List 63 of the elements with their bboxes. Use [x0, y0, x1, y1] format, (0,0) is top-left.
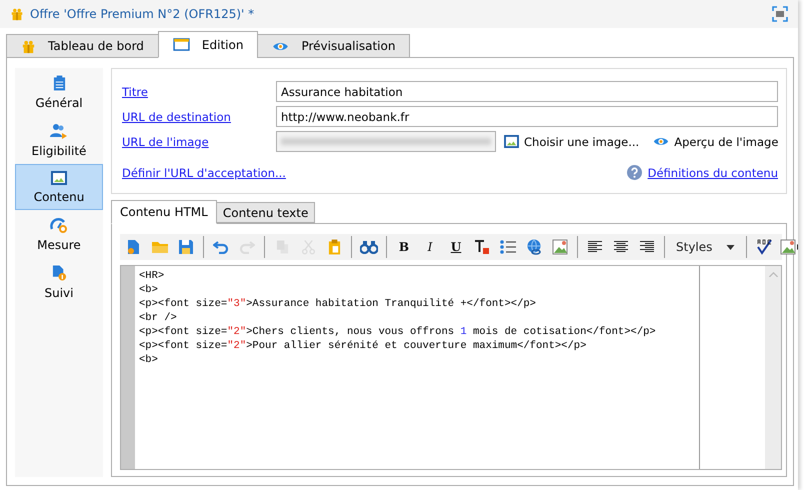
bullet-list-icon: [500, 240, 516, 254]
field-label-link[interactable]: Titre: [122, 84, 270, 98]
code-line: <p><font size="3">Assurance habitation Tranquilité +</font></p>: [139, 297, 537, 311]
tab[interactable]: Prévisualisation: [257, 34, 410, 58]
picture-icon: [51, 171, 67, 185]
folder-icon: [152, 240, 168, 254]
help-icon: [626, 165, 642, 180]
tab[interactable]: Tableau de bord: [6, 34, 159, 58]
content-definitions-link[interactable]: Définitions du contenu: [648, 166, 778, 180]
styles-dropdown[interactable]: Styles: [670, 236, 742, 258]
align-center-icon: [614, 241, 628, 253]
code-line: <b>: [139, 283, 159, 297]
editor-tab[interactable]: Contenu HTML: [111, 200, 217, 224]
eye-icon: [272, 40, 290, 52]
fullscreen-icon[interactable]: [772, 6, 788, 22]
editor-tab[interactable]: Contenu texte: [216, 202, 316, 223]
scrollbar[interactable]: [765, 266, 781, 469]
code-line: <HR>: [139, 269, 166, 283]
document-info-icon: [52, 265, 66, 281]
text-input-field[interactable]: http://www.neobank.fr: [276, 106, 778, 127]
image-icon: [780, 239, 796, 255]
undo-icon: [213, 240, 229, 254]
scroll-up-icon: [768, 272, 778, 277]
eye-icon: [653, 136, 670, 147]
new-document-icon: [126, 239, 142, 255]
clipboard-icon: [52, 75, 66, 91]
people-icon: [50, 123, 68, 139]
align-right-icon: [640, 241, 654, 253]
gift-icon: [10, 7, 24, 21]
choose-image-button[interactable]: Choisir une image...: [502, 134, 646, 148]
text-input-field[interactable]: Assurance habitation: [276, 81, 778, 102]
code-editor[interactable]: [120, 265, 782, 470]
blurred-input-field[interactable]: [276, 131, 496, 152]
sidebar-item[interactable]: Général: [15, 68, 103, 116]
image-icon: [552, 239, 568, 255]
code-line: <p><font size="2">Chers clients, nous vous offrons 1 mois de cotisation</font></p>: [139, 325, 657, 339]
paste-icon: [328, 239, 340, 255]
spell-check-icon: [756, 239, 772, 255]
gift-icon: [21, 38, 36, 54]
format-button[interactable]: U: [444, 236, 468, 258]
picture-icon: [504, 135, 519, 148]
sidebar-item[interactable]: Suivi: [15, 258, 103, 306]
caret-icon: [726, 244, 736, 250]
code-line: <b>: [139, 353, 159, 367]
gauge-icon: [50, 217, 68, 233]
sidebar-item[interactable]: Mesure: [15, 210, 103, 258]
sidebar-item[interactable]: Eligibilité: [15, 116, 103, 164]
code-line: <p><font size="2">Pour allier sérénité et couverture maximum</font></p>: [139, 339, 588, 353]
field-label-link[interactable]: URL de l'image: [122, 134, 270, 148]
format-button[interactable]: B: [392, 236, 416, 258]
format-button[interactable]: I: [418, 236, 442, 258]
window-title: Offre 'Offre Premium N°2 (OFR125)' *: [30, 7, 254, 21]
sidebar-item[interactable]: Contenu: [15, 164, 103, 210]
text-color-icon: [474, 239, 490, 255]
window-icon: [172, 38, 190, 51]
image-preview-button[interactable]: Aperçu de l'image: [651, 134, 784, 148]
globe-link-icon: [526, 239, 542, 255]
acceptance-url-link[interactable]: Définir l'URL d'acceptation...: [122, 166, 286, 180]
code-line: <br />: [139, 311, 178, 325]
tab[interactable]: Edition: [158, 31, 258, 58]
field-label-link[interactable]: URL de destination: [122, 110, 270, 124]
align-left-icon: [588, 241, 602, 253]
binoculars-icon: [360, 240, 378, 254]
